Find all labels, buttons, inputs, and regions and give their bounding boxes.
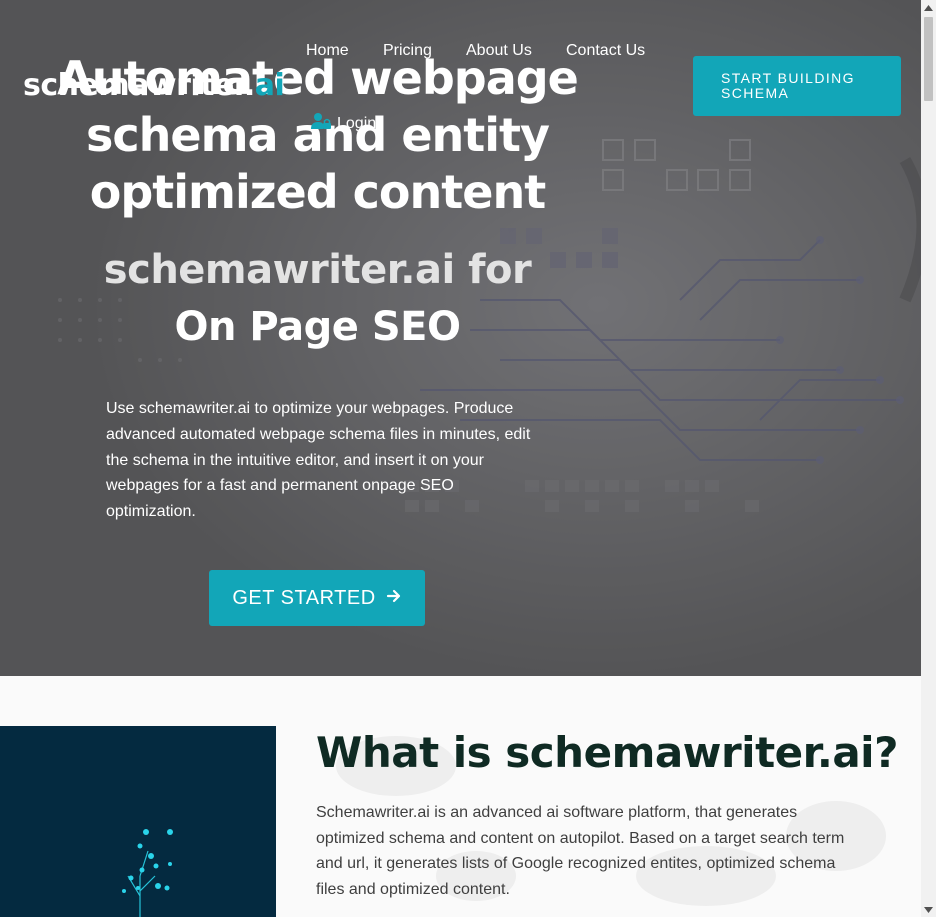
login-link[interactable]: Login: [311, 112, 376, 135]
start-building-schema-button[interactable]: START BUILDING SCHEMA: [693, 56, 901, 116]
user-lock-icon: [311, 112, 331, 135]
nav-item-pricing[interactable]: Pricing: [383, 42, 432, 60]
get-started-button[interactable]: GET STARTED: [209, 570, 425, 626]
about-title: What is schemawriter.ai?: [316, 728, 898, 777]
about-description: Schemawriter.ai is an advanced ai softwa…: [316, 804, 845, 898]
scroll-down-arrow-icon[interactable]: [921, 902, 936, 917]
subhead-line-2: On Page SEO: [174, 304, 461, 350]
login-label: Login: [337, 114, 377, 132]
logo-accent-text: ai: [254, 68, 285, 103]
scrollbar-thumb[interactable]: [924, 17, 933, 101]
arrow-right-icon: [386, 587, 402, 610]
hero-description: Use schemawriter.ai to optimize your web…: [106, 400, 531, 521]
about-section: What is schemawriter.ai? Schemawriter.ai…: [0, 676, 921, 917]
nav-item-home[interactable]: Home: [306, 42, 349, 60]
hero-subheadline: schemawriter.ai for On Page SEO: [60, 242, 575, 356]
scroll-up-arrow-icon[interactable]: [921, 0, 936, 15]
subhead-line-1: schemawriter.ai for: [103, 247, 532, 293]
nav-item-about-us[interactable]: About Us: [466, 42, 532, 60]
hero-section: Automated webpage schema and entity opti…: [0, 0, 921, 676]
nav-item-contact-us[interactable]: Contact Us: [566, 42, 645, 60]
get-started-label: GET STARTED: [232, 586, 376, 609]
site-logo[interactable]: schemawriter.ai: [23, 68, 285, 103]
logo-main-text: schemawriter.: [23, 68, 255, 103]
page: Automated webpage schema and entity opti…: [0, 0, 921, 917]
ai-tree-image: [0, 726, 276, 917]
vertical-scrollbar[interactable]: [921, 0, 936, 917]
